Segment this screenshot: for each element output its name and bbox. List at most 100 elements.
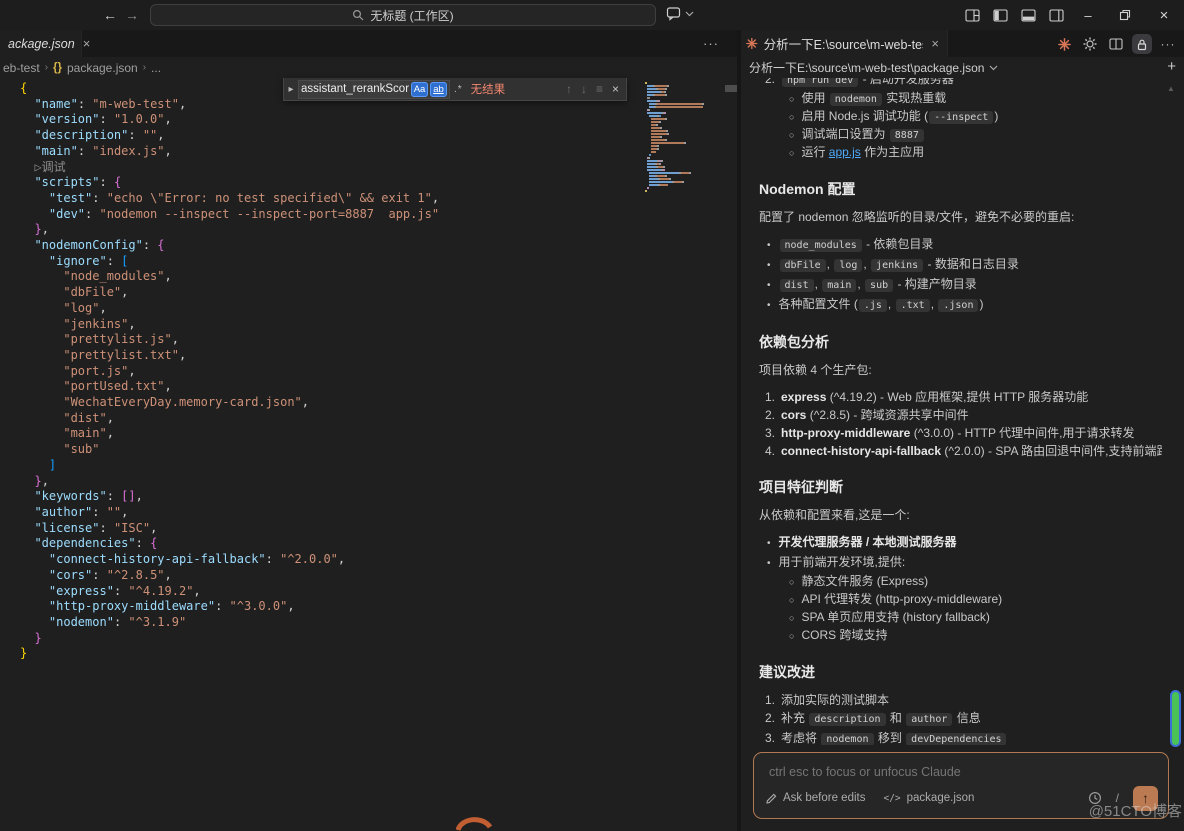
pencil-icon [766, 793, 777, 804]
find-widget: ▸ Aa ab .* 无结果 ↑ ↓ ≡ × [283, 78, 627, 101]
breadcrumb-project[interactable]: eb-test [3, 61, 40, 75]
tab-close-icon[interactable]: × [931, 36, 939, 51]
claude-chat-panel[interactable]: 2.npm run dev - 启动开发服务器○使用 nodemon 实现热重载… [741, 78, 1170, 745]
code-line: ▷调试 [20, 160, 439, 176]
code-line: "description": "", [20, 128, 439, 144]
code-line: "dev": "nodemon --inspect --inspect-port… [20, 207, 439, 223]
chat-sub-bullet-item: ○运行 app.js 作为主应用 [789, 144, 1162, 162]
breadcrumb-row: eb-test › {} package.json › ... 分析一下E:\s… [0, 57, 1184, 78]
chat-dropdown-button[interactable] [666, 6, 694, 21]
tab-close-icon[interactable]: × [83, 36, 91, 51]
customize-layout-icon[interactable] [958, 0, 986, 30]
inline-code-chip: .txt [896, 299, 930, 312]
toggle-sidebar-icon[interactable] [986, 0, 1014, 30]
code-line: "connect-history-api-fallback": "^2.0.0"… [20, 552, 439, 568]
whole-word-toggle[interactable]: ab [430, 82, 447, 97]
chat-bullet-item: •dist, main, sub - 构建产物目录 [767, 275, 1162, 295]
chat-session-title[interactable]: 分析一下E:\source\m-web-test\package.json [749, 57, 998, 78]
context-file-chip[interactable]: </> package.json [883, 792, 974, 804]
window-title: 无标题 (工作区) [370, 7, 453, 24]
toggle-panel-icon[interactable] [1014, 0, 1042, 30]
code-line: "nodemon": "^3.1.9" [20, 615, 439, 631]
code-line: "main", [20, 426, 439, 442]
tab-strip: ackage.json × ··· 分析一下E:\source\m-web-te… [0, 30, 1184, 57]
json-object-icon: {} [53, 62, 62, 74]
code-line: "author": "", [20, 505, 439, 521]
editor-more-actions-icon[interactable]: ··· [703, 36, 719, 51]
chat-numbered-item: 3.考虑将 nodemon 移到 devDependencies [765, 729, 1162, 745]
close-window-button[interactable]: × [1144, 0, 1184, 30]
minimap[interactable] [645, 82, 725, 193]
restore-button[interactable] [1106, 0, 1144, 30]
tab-claude-chat[interactable]: 分析一下E:\source\m-web-test... × [738, 30, 948, 57]
inline-code-chip: npm run dev [782, 78, 858, 87]
tab-label: ackage.json [8, 37, 75, 51]
toggle-secondary-sidebar-icon[interactable] [1042, 0, 1070, 30]
panel-more-actions-icon[interactable]: ··· [1158, 34, 1178, 54]
chat-sub-bullet-item: ○使用 nodemon 实现热重载 [789, 90, 1162, 108]
ask-before-edits-button[interactable]: Ask before edits [766, 792, 865, 804]
code-line: "scripts": { [20, 175, 439, 191]
chat-scrollbar-thumb[interactable] [1172, 692, 1179, 745]
previous-match-icon[interactable]: ↑ [566, 82, 572, 96]
inline-code-chip: author [906, 713, 952, 726]
claude-action-icon[interactable] [1054, 34, 1074, 54]
inline-code-chip: .json [938, 299, 978, 312]
chat-numbered-item: 4.connect-history-api-fallback (^2.0.0) … [765, 442, 1162, 460]
code-line: "license": "ISC", [20, 521, 439, 537]
close-find-icon[interactable]: × [612, 82, 619, 96]
find-toggle-replace-icon[interactable]: ▸ [284, 84, 298, 95]
code-editor[interactable]: { "name": "m-web-test", "version": "1.0.… [0, 78, 737, 831]
inline-code-chip: sub [865, 279, 893, 292]
inline-code-chip: nodemon [821, 733, 873, 745]
code-tag-icon: </> [883, 793, 900, 804]
code-content: { "name": "m-web-test", "version": "1.0.… [20, 81, 439, 662]
chat-bullet-item: •开发代理服务器 / 本地测试服务器 [767, 533, 1162, 553]
find-in-selection-icon[interactable]: ≡ [596, 82, 603, 96]
51cto-watermark: @51CTO博客 [1089, 800, 1182, 821]
inline-code-chip: main [822, 279, 856, 292]
breadcrumb-separator: › [143, 62, 146, 73]
code-line: }, [20, 474, 439, 490]
lock-editor-icon[interactable] [1132, 34, 1152, 54]
back-icon[interactable]: ← [100, 5, 120, 25]
minimize-button[interactable]: – [1070, 0, 1106, 30]
chat-numbered-item: 1.express (^4.19.2) - Web 应用框架,提供 HTTP 服… [765, 388, 1162, 406]
file-link[interactable]: app.js [829, 145, 861, 159]
code-line: }, [20, 222, 439, 238]
chat-sub-bullet-item: ○调试端口设置为 8887 [789, 126, 1162, 144]
gear-icon[interactable] [1080, 34, 1100, 54]
command-center-search[interactable]: 无标题 (工作区) [150, 4, 656, 26]
code-line: "WechatEveryDay.memory-card.json", [20, 395, 439, 411]
next-match-icon[interactable]: ↓ [581, 82, 587, 96]
title-bar: ← → 无标题 (工作区) – × [0, 0, 1184, 30]
inline-code-chip: log [834, 259, 862, 272]
find-input[interactable] [299, 83, 411, 95]
chat-input-field[interactable] [769, 765, 1149, 779]
chat-sub-bullet-item: ○静态文件服务 (Express) [789, 573, 1162, 591]
breadcrumb-separator: › [45, 62, 48, 73]
chat-numbered-item: 3.http-proxy-middleware (^3.0.0) - HTTP … [765, 424, 1162, 442]
scroll-up-arrow-icon[interactable]: ▲ [1167, 84, 1175, 93]
split-editor-icon[interactable] [1106, 34, 1126, 54]
breadcrumb-tail[interactable]: ... [151, 61, 161, 75]
breadcrumb-file[interactable]: package.json [67, 61, 138, 75]
forward-icon[interactable]: → [122, 5, 142, 25]
regex-toggle[interactable]: .* [454, 84, 463, 95]
copilot-chat-icon [666, 6, 683, 21]
code-line: "dependencies": { [20, 536, 439, 552]
chat-sub-bullet-item: ○启用 Node.js 调试功能 (--inspect) [789, 108, 1162, 126]
match-case-toggle[interactable]: Aa [411, 82, 428, 97]
tab-package-json[interactable]: ackage.json × [0, 30, 82, 57]
code-line: } [20, 631, 439, 647]
chat-messages: 2.npm run dev - 启动开发服务器○使用 nodemon 实现热重载… [759, 78, 1162, 745]
chat-paragraph: 从依赖和配置来看,这是一个: [759, 506, 1162, 524]
code-line: "version": "1.0.0", [20, 112, 439, 128]
new-chat-button[interactable]: + [1167, 58, 1176, 75]
code-line: "main": "index.js", [20, 144, 439, 160]
breadcrumb[interactable]: eb-test › {} package.json › ... [3, 57, 161, 78]
chat-heading: 建议改进 [759, 662, 1162, 682]
vscode-window: { "titlebar": { "window_title": "无标题 (工作… [0, 0, 1184, 831]
chat-numbered-item: 2.cors (^2.8.5) - 跨域资源共享中间件 [765, 406, 1162, 424]
code-line: "sub" [20, 442, 439, 458]
